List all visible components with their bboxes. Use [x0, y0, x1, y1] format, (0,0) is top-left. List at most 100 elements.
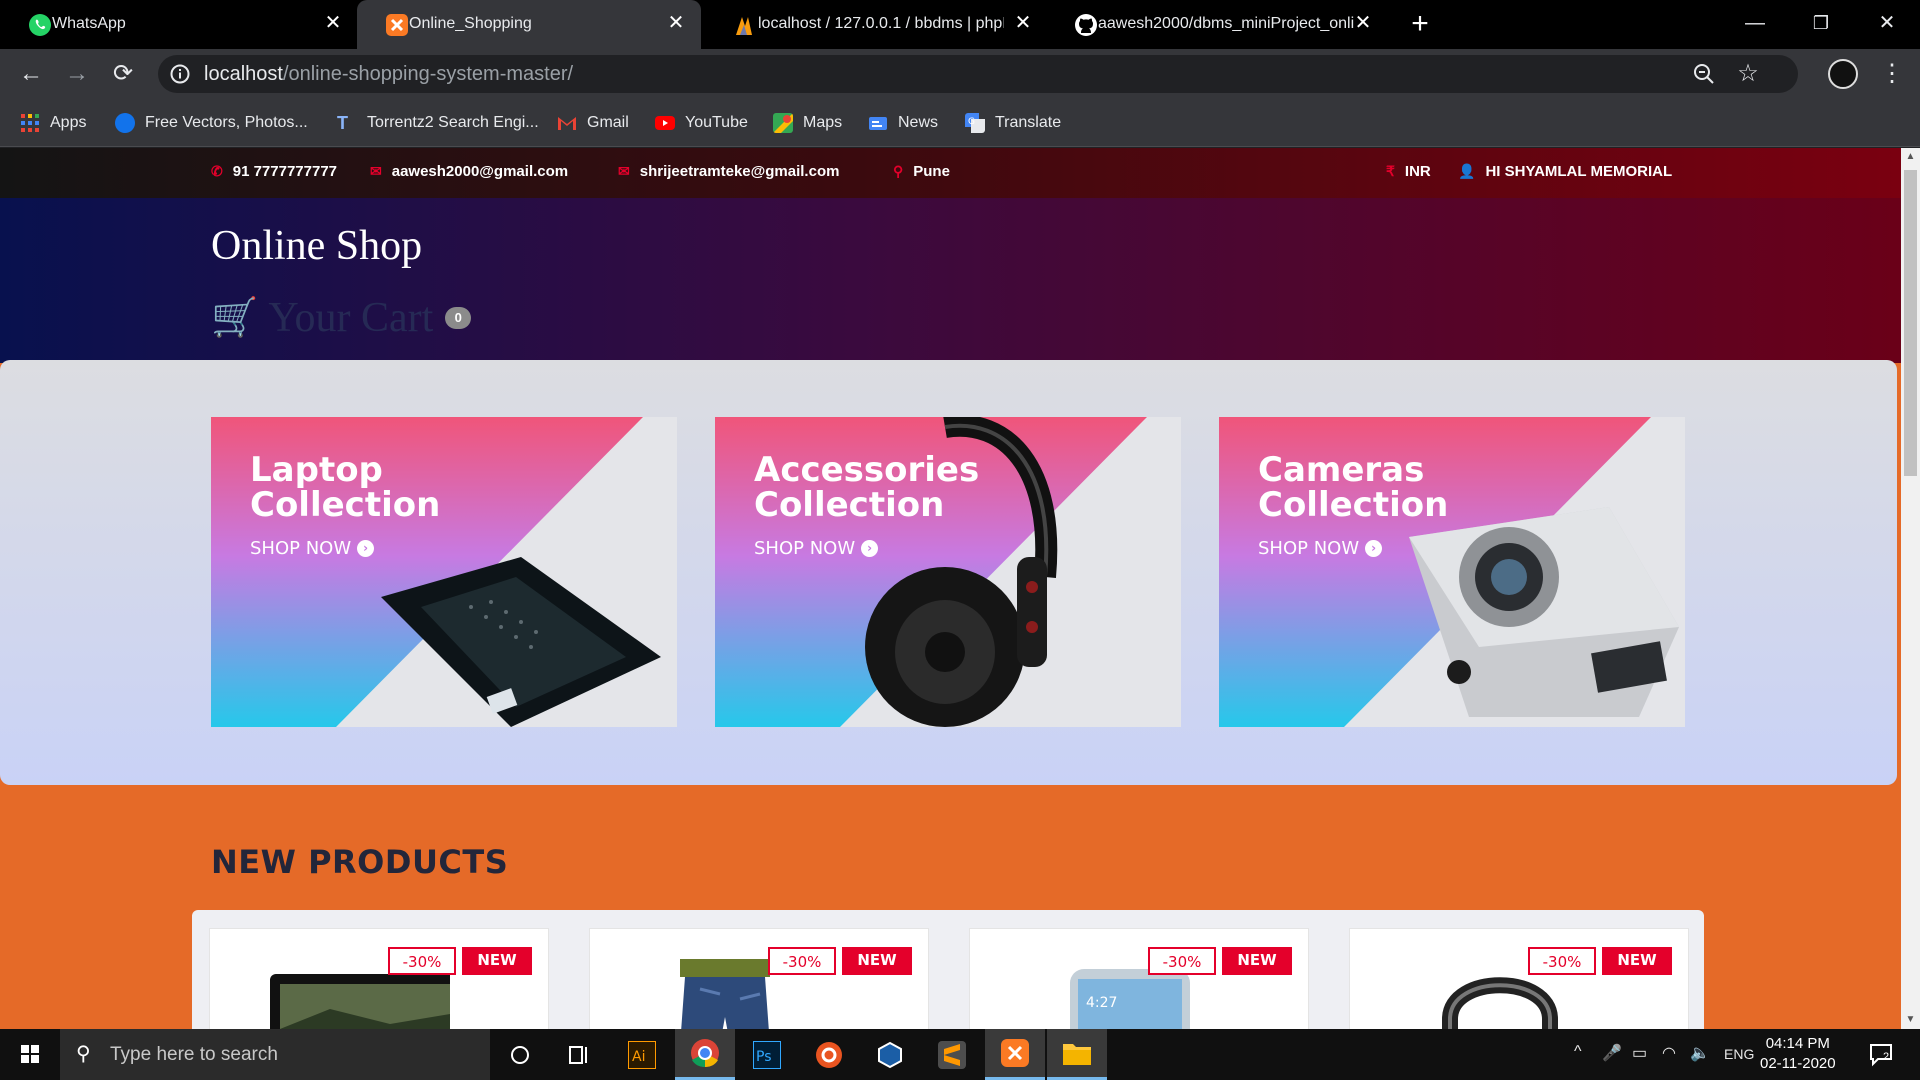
arrow-circle-right-icon: › — [357, 540, 375, 557]
greeting-text: HI SHYAMLAL MEMORIAL — [1485, 163, 1673, 180]
close-window-icon[interactable]: ✕ — [1870, 8, 1904, 38]
bookmark-torrentz[interactable]: T Torrentz2 Search Engi... — [337, 99, 539, 147]
reload-icon[interactable]: ⟳ — [108, 59, 138, 89]
collection-title: Accessories Collection — [754, 450, 980, 525]
close-tab-icon[interactable]: ✕ — [322, 12, 344, 34]
bookmark-news[interactable]: News — [868, 99, 938, 147]
collections-section: Laptop Collection SHOP NOW › Accessories Co… — [0, 360, 1897, 785]
tab-github[interactable]: aawesh2000/dbms_miniProject_online ✕ — [1046, 0, 1386, 49]
collection-title: Laptop Collection — [250, 450, 441, 525]
sublime-text-icon[interactable] — [922, 1029, 982, 1080]
scrollbar-thumb[interactable] — [1904, 170, 1917, 476]
ubuntu-icon[interactable] — [799, 1029, 859, 1080]
tab-phpmyadmin[interactable]: localhost / 127.0.0.1 / bbdms | phpMyAdm… — [706, 0, 1046, 49]
task-view-icon[interactable] — [550, 1029, 610, 1080]
tab-title: aawesh2000/dbms_miniProject_online — [1098, 15, 1354, 32]
translate-icon: G — [965, 113, 985, 133]
bookmark-gmail[interactable]: Gmail — [557, 99, 629, 147]
battery-icon[interactable]: ▭ — [1632, 1043, 1647, 1063]
phpmyadmin-icon — [736, 17, 752, 35]
maps-icon — [773, 113, 793, 133]
location-link[interactable]: ⚲ Pune — [893, 163, 950, 180]
xampp-icon — [386, 14, 408, 36]
new-badge: NEW — [462, 947, 532, 975]
phone-link[interactable]: ✆ 91 7777777777 — [211, 163, 337, 180]
illustrator-icon[interactable]: Ai — [612, 1029, 672, 1080]
close-tab-icon[interactable]: ✕ — [1012, 12, 1034, 34]
restore-icon[interactable]: ❐ — [1804, 8, 1838, 38]
windows-start-icon[interactable] — [0, 1029, 60, 1080]
zoom-icon[interactable] — [1692, 62, 1716, 86]
bookmark-freepik[interactable]: Free Vectors, Photos... — [115, 99, 308, 147]
browser-tab-bar: WhatsApp ✕ Online_Shopping ✕ localhost /… — [0, 0, 1920, 49]
cortana-icon[interactable] — [490, 1029, 550, 1080]
tab-online-shopping[interactable]: Online_Shopping ✕ — [357, 0, 701, 49]
page-scrollbar[interactable]: ▲ ▼ — [1901, 148, 1920, 1029]
microphone-icon[interactable]: 🎤 — [1602, 1043, 1622, 1063]
back-icon[interactable]: ← — [16, 59, 46, 89]
bookmark-label: Maps — [803, 114, 843, 131]
minimize-icon[interactable]: — — [1738, 8, 1772, 38]
email-text: shrijeetramteke@gmail.com — [639, 163, 840, 180]
bookmark-translate[interactable]: G Translate — [965, 99, 1061, 147]
wifi-icon[interactable]: ◠ — [1662, 1043, 1676, 1063]
tab-whatsapp[interactable]: WhatsApp ✕ — [0, 0, 352, 49]
apps-grid-icon — [21, 114, 39, 132]
close-tab-icon[interactable]: ✕ — [1352, 12, 1374, 34]
bookmark-star-icon[interactable]: ☆ — [1734, 60, 1762, 88]
scroll-up-arrow-icon[interactable]: ▲ — [1901, 148, 1920, 166]
new-tab-button[interactable]: + — [1405, 9, 1435, 40]
account-link[interactable]: 👤 HI SHYAMLAL MEMORIAL — [1458, 163, 1672, 180]
site-info-icon[interactable] — [170, 64, 190, 84]
collection-card-accessories[interactable]: Accessories Collection SHOP NOW › — [715, 417, 1181, 727]
volume-icon[interactable]: 🔈 — [1690, 1043, 1710, 1063]
product-card[interactable]: -30% NEW — [589, 928, 929, 1029]
currency-link[interactable]: ₹ INR — [1386, 163, 1431, 180]
cart-link[interactable]: 🛒 Your Cart 0 — [211, 294, 472, 342]
phone-icon: ✆ — [211, 163, 223, 179]
bookmark-maps[interactable]: Maps — [773, 99, 842, 147]
svg-text:G: G — [968, 117, 975, 127]
shop-now-link[interactable]: SHOP NOW › — [754, 538, 879, 559]
email-link-1[interactable]: ✉ aawesh2000@gmail.com — [370, 163, 568, 180]
rupee-icon: ₹ — [1386, 163, 1395, 179]
file-explorer-icon[interactable] — [1047, 1029, 1107, 1080]
chrome-taskbar-icon[interactable] — [675, 1029, 735, 1080]
collection-card-cameras[interactable]: Cameras Collection SHOP NOW › — [1219, 417, 1685, 727]
show-hidden-icons[interactable]: ^ — [1574, 1043, 1582, 1061]
youtube-icon — [655, 116, 675, 130]
collection-card-laptop[interactable]: Laptop Collection SHOP NOW › — [211, 417, 677, 727]
screen: WhatsApp ✕ Online_Shopping ✕ localhost /… — [0, 0, 1920, 1080]
shop-now-link[interactable]: SHOP NOW › — [250, 538, 375, 559]
shopping-cart-icon: 🛒 — [211, 297, 259, 339]
address-bar[interactable]: localhost/online-shopping-system-master/… — [158, 55, 1798, 93]
bookmarks-bar: Apps Free Vectors, Photos... T Torrentz2… — [0, 99, 1920, 147]
photoshop-icon[interactable]: Ps — [737, 1029, 797, 1080]
shop-now-link[interactable]: SHOP NOW › — [1258, 538, 1383, 559]
browser-menu-icon[interactable]: ⋮ — [1880, 59, 1904, 89]
browser-toolbar: ← → ⟳ localhost/online-shopping-system-m… — [0, 49, 1920, 99]
profile-avatar[interactable] — [1828, 59, 1858, 89]
notifications-icon[interactable]: 2 — [1868, 1041, 1894, 1072]
location-text: Pune — [913, 163, 950, 180]
product-card[interactable]: -30% NEW — [1349, 928, 1689, 1029]
taskbar-clock[interactable]: 04:14 PM 02-11-2020 — [1760, 1034, 1836, 1074]
search-placeholder: Type here to search — [110, 1044, 278, 1065]
svg-text:Ps: Ps — [756, 1049, 772, 1065]
bookmark-label: Translate — [995, 114, 1062, 131]
close-tab-icon[interactable]: ✕ — [665, 12, 687, 34]
xampp-taskbar-icon[interactable] — [985, 1029, 1045, 1080]
site-logo[interactable]: Online Shop — [211, 222, 422, 270]
bookmark-youtube[interactable]: YouTube — [655, 99, 748, 147]
language-indicator[interactable]: ENG — [1724, 1046, 1754, 1062]
forward-icon[interactable]: → — [62, 59, 92, 89]
product-card[interactable]: 4:27 -30% NEW — [969, 928, 1309, 1029]
envelope-icon: ✉ — [370, 163, 382, 179]
taskbar-search-box[interactable]: ⚲ Type here to search — [60, 1029, 490, 1080]
email-link-2[interactable]: ✉ shrijeetramteke@gmail.com — [618, 163, 839, 180]
product-card[interactable]: -30% NEW — [209, 928, 549, 1029]
virtualbox-icon[interactable] — [860, 1029, 920, 1080]
bookmark-label: Free Vectors, Photos... — [145, 114, 308, 131]
scroll-down-arrow-icon[interactable]: ▼ — [1901, 1011, 1920, 1029]
bookmark-apps[interactable]: Apps — [20, 99, 86, 147]
